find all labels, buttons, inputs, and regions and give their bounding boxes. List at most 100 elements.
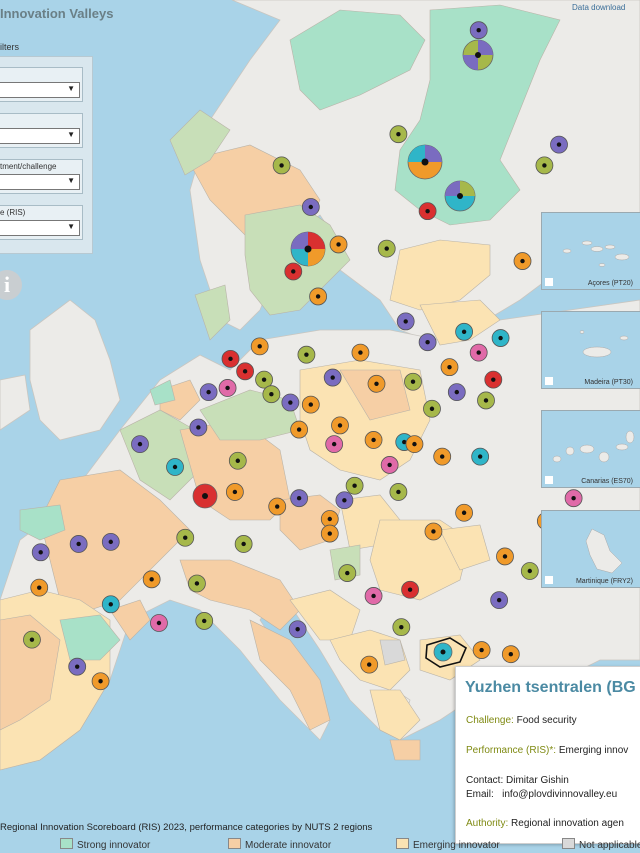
filter-4-select[interactable]: ▼ [0,220,80,236]
marker[interactable] [364,587,383,605]
marker[interactable] [389,125,408,144]
marker[interactable] [228,451,247,470]
marker[interactable] [535,156,554,175]
inset-toggle[interactable] [545,278,553,286]
marker[interactable] [101,532,120,551]
marker[interactable] [520,562,539,580]
tooltip-email-value[interactable]: info@plovdivinnovalley.eu [502,789,617,800]
marker[interactable] [424,522,443,541]
marker[interactable] [320,524,339,543]
marker[interactable] [150,614,168,632]
marker[interactable] [268,497,287,516]
marker[interactable] [309,287,328,306]
marker[interactable] [290,420,309,439]
inset-toggle[interactable] [545,476,553,484]
marker[interactable] [401,580,419,599]
marker[interactable] [297,345,316,364]
marker[interactable] [496,547,514,566]
marker[interactable] [513,252,532,270]
data-download-link[interactable]: Data download [572,3,625,12]
inset-toggle[interactable] [545,377,553,385]
marker[interactable] [68,657,87,676]
marker[interactable] [418,333,437,352]
marker[interactable] [490,591,509,610]
marker[interactable] [392,618,411,637]
marker[interactable] [221,349,240,368]
marker[interactable] [290,489,309,508]
marker[interactable] [455,503,474,522]
marker[interactable] [335,491,354,510]
marker[interactable] [284,262,303,281]
marker[interactable] [31,543,50,562]
marker[interactable] [288,620,307,639]
marker[interactable] [250,337,269,356]
marker[interactable] [142,570,161,589]
marker[interactable] [396,312,415,331]
marker[interactable] [131,435,149,454]
filter-2-select[interactable]: ▼ [0,128,80,144]
marker[interactable] [469,343,488,362]
marker[interactable] [491,329,510,347]
marker[interactable] [101,595,120,614]
marker[interactable] [301,198,320,216]
marker[interactable] [195,612,214,630]
marker[interactable] [484,370,503,389]
marker[interactable] [564,489,583,508]
marker[interactable] [377,239,396,258]
marker[interactable] [325,435,344,454]
marker[interactable] [234,535,253,553]
marker[interactable] [477,391,495,410]
marker[interactable] [199,383,218,402]
marker[interactable] [418,202,437,221]
marker[interactable] [262,385,281,404]
marker[interactable] [455,322,474,341]
marker[interactable] [166,458,184,476]
filter-3-select[interactable]: ▼ [0,174,80,190]
filter-1-select[interactable]: ▼ [0,82,80,98]
marker[interactable] [281,393,300,412]
marker[interactable] [423,399,441,418]
legend-item-strong[interactable]: Strong innovator [60,838,150,851]
legend-item-emerging[interactable]: Emerging innovator [396,838,500,851]
marker[interactable] [405,435,424,454]
marker[interactable] [272,156,291,175]
marker[interactable] [188,574,206,593]
legend-item-moderate[interactable]: Moderate innovator [228,838,331,851]
marker[interactable] [364,431,383,449]
marker[interactable] [331,416,349,435]
marker[interactable] [189,418,208,437]
inset-map-canarias[interactable]: Canarias (ES70) [541,410,640,488]
inset-toggle[interactable] [545,576,553,584]
inset-map-martinique[interactable]: Martinique (FRY2) [541,510,640,588]
marker[interactable] [380,456,399,474]
marker[interactable] [23,630,41,649]
marker[interactable] [176,528,195,547]
marker[interactable] [225,483,244,501]
marker[interactable] [351,343,370,362]
marker[interactable] [389,483,408,501]
marker[interactable] [367,374,386,393]
marker[interactable] [323,368,342,387]
marker[interactable] [469,21,488,40]
marker[interactable] [345,476,364,495]
marker[interactable] [404,372,422,391]
marker[interactable] [433,447,452,466]
marker[interactable] [30,578,49,597]
marker[interactable] [301,395,320,414]
marker[interactable] [329,235,348,254]
marker[interactable] [360,655,379,674]
inset-map-azores[interactable]: Açores (PT20) [541,212,640,290]
marker[interactable] [447,383,466,402]
marker[interactable] [69,535,88,553]
marker[interactable] [550,135,568,154]
marker[interactable] [236,362,255,381]
marker[interactable] [471,447,490,466]
marker[interactable] [218,379,237,397]
marker[interactable] [338,564,357,582]
marker[interactable] [501,645,520,664]
inset-map-madeira[interactable]: Madeira (PT30) [541,311,640,389]
marker[interactable] [472,641,491,659]
legend-item-not-applicable[interactable]: Not applicable [562,838,640,851]
marker[interactable] [91,672,110,691]
marker[interactable] [440,358,459,377]
